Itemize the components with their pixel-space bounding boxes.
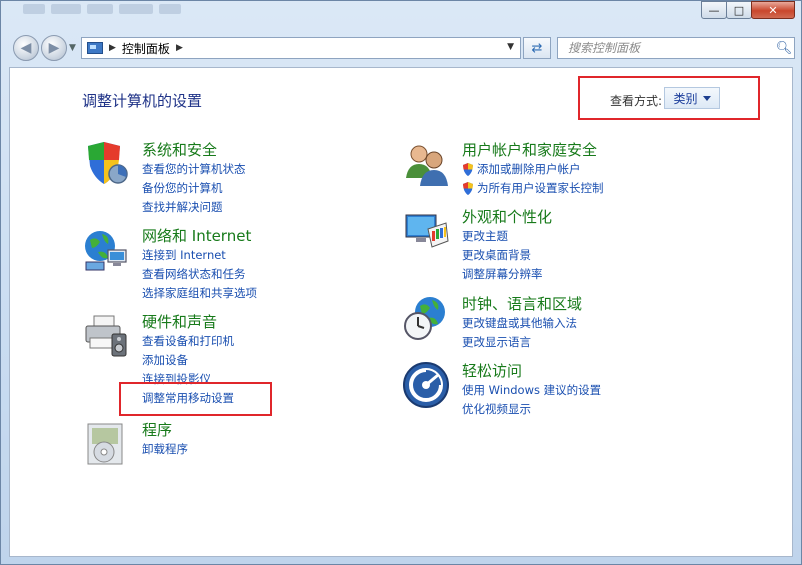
link-view-computer-status[interactable]: 查看您的计算机状态 xyxy=(142,160,246,179)
link-network-status[interactable]: 查看网络状态和任务 xyxy=(142,265,257,284)
close-button[interactable]: ✕ xyxy=(751,1,795,19)
maximize-button[interactable]: □ xyxy=(726,1,752,19)
link-backup-computer[interactable]: 备份您的计算机 xyxy=(142,179,246,198)
breadcrumb-chevron-icon[interactable]: ▶ xyxy=(176,43,183,53)
link-label: 为所有用户设置家长控制 xyxy=(477,181,604,195)
category-body: 轻松访问 使用 Windows 建议的设置 优化视频显示 xyxy=(462,361,601,419)
category-title[interactable]: 外观和个性化 xyxy=(462,207,552,227)
navigation-bar: ◀ ▶ ▼ ▶ 控制面板 ▶ ▼ ⇄ 🔍︎ xyxy=(9,35,795,61)
link-screen-resolution[interactable]: 调整屏幕分辨率 xyxy=(462,265,552,284)
link-windows-suggested-settings[interactable]: 使用 Windows 建议的设置 xyxy=(462,381,601,400)
network-globe-icon xyxy=(85,231,127,271)
caption-buttons: — □ ✕ xyxy=(701,1,795,19)
appearance-monitor-icon xyxy=(405,214,449,248)
minimize-button[interactable]: — xyxy=(701,1,727,19)
forward-button[interactable]: ▶ xyxy=(41,35,67,61)
link-troubleshoot[interactable]: 查找并解决问题 xyxy=(142,198,246,217)
page-title: 调整计算机的设置 xyxy=(82,92,203,110)
category-title[interactable]: 用户帐户和家庭安全 xyxy=(462,140,604,160)
category-title[interactable]: 网络和 Internet xyxy=(142,226,257,246)
chevron-down-icon xyxy=(702,95,711,101)
link-display-language[interactable]: 更改显示语言 xyxy=(462,333,582,352)
link-uninstall-program[interactable]: 卸载程序 xyxy=(142,440,188,459)
back-button[interactable]: ◀ xyxy=(13,35,39,61)
link-add-remove-accounts[interactable]: 添加或删除用户帐户 xyxy=(462,160,604,179)
back-arrow-icon: ◀ xyxy=(20,40,32,56)
address-bar[interactable]: ▶ 控制面板 ▶ ▼ xyxy=(81,37,521,59)
category-body: 系统和安全 查看您的计算机状态 备份您的计算机 查找并解决问题 xyxy=(142,140,246,217)
category-body: 用户帐户和家庭安全 添加或删除用户帐户 为所有用户设置家长控制 xyxy=(462,140,604,198)
background-tabs xyxy=(23,4,181,18)
programs-disc-icon xyxy=(87,423,123,465)
category-title[interactable]: 轻松访问 xyxy=(462,361,601,381)
control-panel-window: — □ ✕ ◀ ▶ ▼ ▶ 控制面板 ▶ ▼ ⇄ 🔍︎ 调整计算机的设置 查看方… xyxy=(0,0,802,565)
control-panel-icon xyxy=(87,42,103,54)
category-body: 外观和个性化 更改主题 更改桌面背景 调整屏幕分辨率 xyxy=(462,207,552,284)
view-by-value: 类别 xyxy=(673,91,698,106)
link-add-device[interactable]: 添加设备 xyxy=(142,351,234,370)
printer-speaker-icon xyxy=(85,315,127,357)
search-icon[interactable]: 🔍︎ xyxy=(774,41,794,56)
link-label: 添加或删除用户帐户 xyxy=(477,162,581,176)
refresh-button[interactable]: ⇄ xyxy=(523,37,551,59)
view-by-highlight: 查看方式: 类别 xyxy=(578,76,760,120)
mobility-settings-highlight xyxy=(119,382,272,416)
link-devices-printers[interactable]: 查看设备和打印机 xyxy=(142,332,234,351)
uac-shield-icon xyxy=(463,182,473,195)
category-body: 时钟、语言和区域 更改键盘或其他输入法 更改显示语言 xyxy=(462,294,582,352)
link-connect-internet[interactable]: 连接到 Internet xyxy=(142,246,257,265)
content-area: 调整计算机的设置 查看方式: 类别 系统和安全 查看您的计算机状态 备份您的计算… xyxy=(9,67,793,557)
link-optimize-video-display[interactable]: 优化视频显示 xyxy=(462,400,601,419)
shield-computer-icon xyxy=(88,142,128,184)
breadcrumb-chevron-icon[interactable]: ▶ xyxy=(109,43,116,53)
breadcrumb-control-panel[interactable]: 控制面板 xyxy=(122,40,170,57)
link-desktop-background[interactable]: 更改桌面背景 xyxy=(462,246,552,265)
link-parental-controls[interactable]: 为所有用户设置家长控制 xyxy=(462,179,604,198)
link-keyboard-input[interactable]: 更改键盘或其他输入法 xyxy=(462,314,582,333)
view-by-label: 查看方式: xyxy=(610,94,663,108)
link-homegroup-sharing[interactable]: 选择家庭组和共享选项 xyxy=(142,284,257,303)
search-box: 🔍︎ xyxy=(557,37,795,59)
users-icon xyxy=(406,145,448,186)
refresh-icon: ⇄ xyxy=(531,40,543,56)
ease-of-access-icon xyxy=(403,362,449,408)
category-body: 程序 卸载程序 xyxy=(142,420,188,459)
category-title[interactable]: 程序 xyxy=(142,420,188,440)
recent-pages-dropdown[interactable]: ▼ xyxy=(69,43,76,53)
clock-globe-icon xyxy=(404,297,445,340)
category-body: 网络和 Internet 连接到 Internet 查看网络状态和任务 选择家庭… xyxy=(142,226,257,303)
forward-arrow-icon: ▶ xyxy=(48,40,60,56)
uac-shield-icon xyxy=(463,163,473,176)
address-dropdown-icon[interactable]: ▼ xyxy=(507,42,514,52)
category-title[interactable]: 时钟、语言和区域 xyxy=(462,294,582,314)
link-change-theme[interactable]: 更改主题 xyxy=(462,227,552,246)
search-input[interactable] xyxy=(566,40,774,56)
category-title[interactable]: 系统和安全 xyxy=(142,140,246,160)
category-title[interactable]: 硬件和声音 xyxy=(142,312,234,332)
view-by-select[interactable]: 类别 xyxy=(664,87,720,109)
